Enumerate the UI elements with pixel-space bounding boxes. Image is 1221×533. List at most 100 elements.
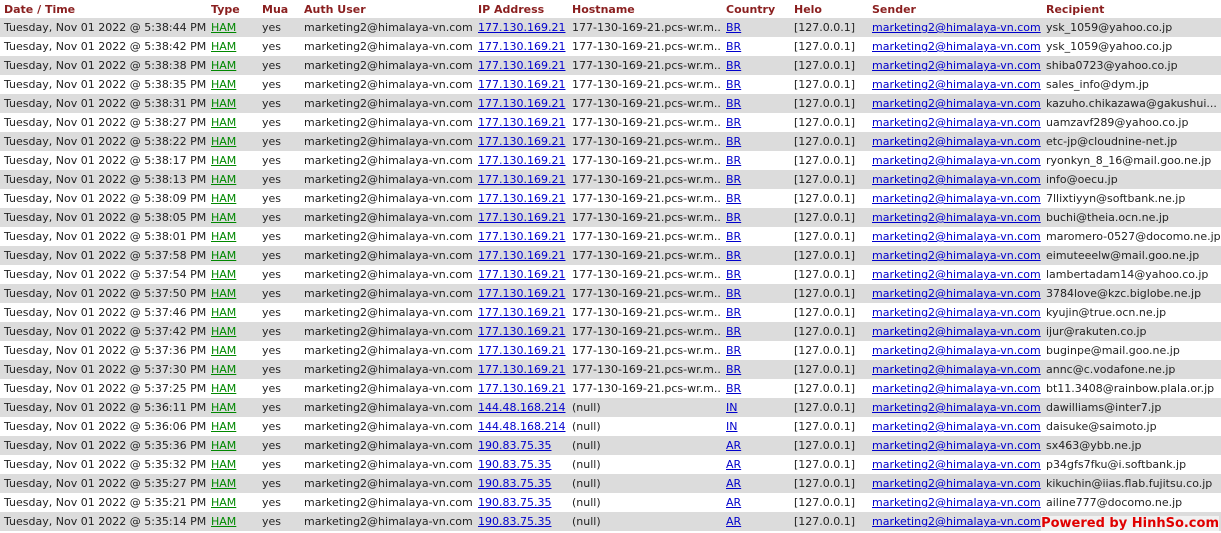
cell-ip-link[interactable]: 190.83.75.35 bbox=[478, 477, 551, 490]
cell-sender-link[interactable]: marketing2@himalaya-vn.com bbox=[872, 21, 1041, 34]
cell-type-link[interactable]: HAM bbox=[211, 135, 236, 148]
cell-sender-link[interactable]: marketing2@himalaya-vn.com bbox=[872, 496, 1041, 509]
cell-type-link[interactable]: HAM bbox=[211, 59, 236, 72]
cell-sender-link[interactable]: marketing2@himalaya-vn.com bbox=[872, 249, 1041, 262]
cell-sender-link[interactable]: marketing2@himalaya-vn.com bbox=[872, 325, 1041, 338]
cell-type-link[interactable]: HAM bbox=[211, 249, 236, 262]
cell-ip-link[interactable]: 177.130.169.21 bbox=[478, 230, 565, 243]
cell-type-link[interactable]: HAM bbox=[211, 78, 236, 91]
cell-ip-link[interactable]: 177.130.169.21 bbox=[478, 154, 565, 167]
cell-country-link[interactable]: BR bbox=[726, 135, 741, 148]
col-header-ip-address[interactable]: IP Address bbox=[474, 0, 568, 18]
cell-country-link[interactable]: BR bbox=[726, 78, 741, 91]
cell-country-link[interactable]: BR bbox=[726, 40, 741, 53]
cell-sender-link[interactable]: marketing2@himalaya-vn.com bbox=[872, 287, 1041, 300]
cell-sender-link[interactable]: marketing2@himalaya-vn.com bbox=[872, 59, 1041, 72]
cell-ip-link[interactable]: 177.130.169.21 bbox=[478, 306, 565, 319]
cell-type-link[interactable]: HAM bbox=[211, 382, 236, 395]
cell-sender-link[interactable]: marketing2@himalaya-vn.com bbox=[872, 211, 1041, 224]
cell-ip-link[interactable]: 177.130.169.21 bbox=[478, 192, 565, 205]
cell-ip-link[interactable]: 177.130.169.21 bbox=[478, 78, 565, 91]
cell-type-link[interactable]: HAM bbox=[211, 192, 236, 205]
cell-type-link[interactable]: HAM bbox=[211, 40, 236, 53]
cell-country-link[interactable]: AR bbox=[726, 496, 741, 509]
cell-type-link[interactable]: HAM bbox=[211, 496, 236, 509]
col-header-country[interactable]: Country bbox=[722, 0, 790, 18]
cell-ip-link[interactable]: 177.130.169.21 bbox=[478, 325, 565, 338]
cell-ip-link[interactable]: 190.83.75.35 bbox=[478, 515, 551, 528]
cell-country-link[interactable]: AR bbox=[726, 515, 741, 528]
col-header-hostname[interactable]: Hostname bbox=[568, 0, 722, 18]
cell-type-link[interactable]: HAM bbox=[211, 325, 236, 338]
cell-type-link[interactable]: HAM bbox=[211, 401, 236, 414]
cell-ip-link[interactable]: 177.130.169.21 bbox=[478, 97, 565, 110]
col-header-auth-user[interactable]: Auth User bbox=[300, 0, 474, 18]
cell-type-link[interactable]: HAM bbox=[211, 154, 236, 167]
cell-sender-link[interactable]: marketing2@himalaya-vn.com bbox=[872, 420, 1041, 433]
cell-type-link[interactable]: HAM bbox=[211, 97, 236, 110]
cell-sender-link[interactable]: marketing2@himalaya-vn.com bbox=[872, 135, 1041, 148]
cell-country-link[interactable]: BR bbox=[726, 363, 741, 376]
cell-sender-link[interactable]: marketing2@himalaya-vn.com bbox=[872, 154, 1041, 167]
cell-sender-link[interactable]: marketing2@himalaya-vn.com bbox=[872, 268, 1041, 281]
cell-ip-link[interactable]: 177.130.169.21 bbox=[478, 382, 565, 395]
col-header-datetime[interactable]: Date / Time bbox=[0, 0, 207, 18]
cell-ip-link[interactable]: 177.130.169.21 bbox=[478, 211, 565, 224]
cell-country-link[interactable]: AR bbox=[726, 458, 741, 471]
cell-sender-link[interactable]: marketing2@himalaya-vn.com bbox=[872, 401, 1041, 414]
cell-country-link[interactable]: BR bbox=[726, 344, 741, 357]
cell-ip-link[interactable]: 177.130.169.21 bbox=[478, 363, 565, 376]
cell-type-link[interactable]: HAM bbox=[211, 458, 236, 471]
cell-country-link[interactable]: IN bbox=[726, 401, 737, 414]
cell-type-link[interactable]: HAM bbox=[211, 306, 236, 319]
cell-country-link[interactable]: BR bbox=[726, 306, 741, 319]
cell-type-link[interactable]: HAM bbox=[211, 268, 236, 281]
cell-country-link[interactable]: BR bbox=[726, 249, 741, 262]
cell-country-link[interactable]: BR bbox=[726, 287, 741, 300]
cell-country-link[interactable]: AR bbox=[726, 477, 741, 490]
cell-type-link[interactable]: HAM bbox=[211, 287, 236, 300]
col-header-type[interactable]: Type bbox=[207, 0, 258, 18]
cell-type-link[interactable]: HAM bbox=[211, 344, 236, 357]
cell-ip-link[interactable]: 177.130.169.21 bbox=[478, 173, 565, 186]
cell-country-link[interactable]: BR bbox=[726, 211, 741, 224]
cell-sender-link[interactable]: marketing2@himalaya-vn.com bbox=[872, 306, 1041, 319]
cell-sender-link[interactable]: marketing2@himalaya-vn.com bbox=[872, 192, 1041, 205]
cell-ip-link[interactable]: 177.130.169.21 bbox=[478, 268, 565, 281]
cell-type-link[interactable]: HAM bbox=[211, 420, 236, 433]
cell-country-link[interactable]: IN bbox=[726, 420, 737, 433]
cell-sender-link[interactable]: marketing2@himalaya-vn.com bbox=[872, 116, 1041, 129]
cell-country-link[interactable]: BR bbox=[726, 230, 741, 243]
cell-sender-link[interactable]: marketing2@himalaya-vn.com bbox=[872, 515, 1041, 528]
cell-ip-link[interactable]: 177.130.169.21 bbox=[478, 40, 565, 53]
cell-sender-link[interactable]: marketing2@himalaya-vn.com bbox=[872, 344, 1041, 357]
cell-country-link[interactable]: BR bbox=[726, 382, 741, 395]
cell-sender-link[interactable]: marketing2@himalaya-vn.com bbox=[872, 363, 1041, 376]
cell-ip-link[interactable]: 190.83.75.35 bbox=[478, 496, 551, 509]
cell-type-link[interactable]: HAM bbox=[211, 515, 236, 528]
cell-ip-link[interactable]: 177.130.169.21 bbox=[478, 59, 565, 72]
col-header-sender[interactable]: Sender bbox=[868, 0, 1042, 18]
cell-sender-link[interactable]: marketing2@himalaya-vn.com bbox=[872, 78, 1041, 91]
cell-country-link[interactable]: BR bbox=[726, 192, 741, 205]
cell-ip-link[interactable]: 177.130.169.21 bbox=[478, 116, 565, 129]
cell-ip-link[interactable]: 190.83.75.35 bbox=[478, 458, 551, 471]
cell-ip-link[interactable]: 177.130.169.21 bbox=[478, 344, 565, 357]
cell-type-link[interactable]: HAM bbox=[211, 363, 236, 376]
cell-ip-link[interactable]: 177.130.169.21 bbox=[478, 287, 565, 300]
cell-ip-link[interactable]: 144.48.168.214 bbox=[478, 420, 565, 433]
cell-country-link[interactable]: BR bbox=[726, 173, 741, 186]
cell-sender-link[interactable]: marketing2@himalaya-vn.com bbox=[872, 477, 1041, 490]
cell-type-link[interactable]: HAM bbox=[211, 173, 236, 186]
cell-sender-link[interactable]: marketing2@himalaya-vn.com bbox=[872, 458, 1041, 471]
cell-country-link[interactable]: BR bbox=[726, 97, 741, 110]
cell-type-link[interactable]: HAM bbox=[211, 116, 236, 129]
cell-sender-link[interactable]: marketing2@himalaya-vn.com bbox=[872, 382, 1041, 395]
cell-country-link[interactable]: BR bbox=[726, 21, 741, 34]
col-header-helo[interactable]: Helo bbox=[790, 0, 868, 18]
cell-country-link[interactable]: AR bbox=[726, 439, 741, 452]
cell-sender-link[interactable]: marketing2@himalaya-vn.com bbox=[872, 439, 1041, 452]
cell-sender-link[interactable]: marketing2@himalaya-vn.com bbox=[872, 40, 1041, 53]
col-header-recipient[interactable]: Recipient bbox=[1042, 0, 1221, 18]
cell-sender-link[interactable]: marketing2@himalaya-vn.com bbox=[872, 97, 1041, 110]
